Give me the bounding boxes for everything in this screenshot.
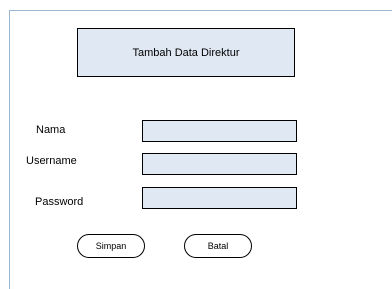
nama-label: Nama	[36, 124, 66, 136]
frame-left-border	[9, 10, 10, 289]
simpan-button[interactable]: Simpan	[77, 234, 145, 258]
password-label: Password	[35, 196, 84, 208]
frame-top-border	[9, 10, 392, 11]
batal-button[interactable]: Batal	[184, 234, 252, 258]
form-title: Tambah Data Direktur	[132, 46, 240, 59]
username-label: Username	[26, 155, 77, 167]
form-title-box: Tambah Data Direktur	[77, 28, 295, 77]
nama-input[interactable]	[142, 120, 297, 142]
password-input[interactable]	[142, 187, 297, 209]
username-input[interactable]	[142, 153, 297, 175]
